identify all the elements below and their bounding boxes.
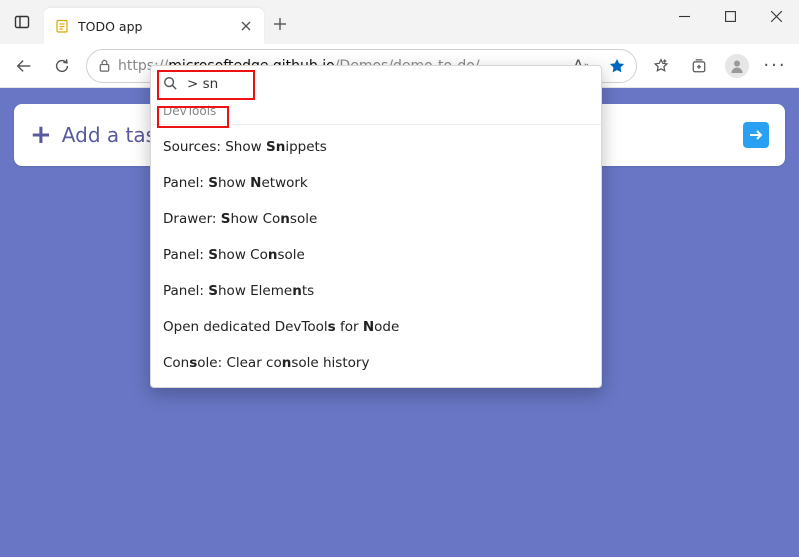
more-menu-button[interactable]: ···	[757, 48, 793, 84]
submit-task-button[interactable]	[743, 122, 769, 148]
window-controls	[661, 0, 799, 32]
tab-favicon-notepad-icon	[54, 18, 70, 34]
refresh-button[interactable]	[44, 48, 80, 84]
title-bar: TODO app	[0, 0, 799, 44]
favorites-button[interactable]	[643, 48, 679, 84]
command-item[interactable]: Panel: Show Elements	[151, 273, 601, 309]
tab-actions-button[interactable]	[0, 0, 44, 44]
command-item[interactable]: Panel: Show Network	[151, 165, 601, 201]
new-tab-button[interactable]	[264, 8, 296, 40]
command-search-input[interactable]	[185, 72, 591, 96]
add-task-left: + Add a task	[30, 122, 168, 148]
command-section-label: DevTools	[151, 100, 601, 125]
command-list: Sources: Show SnippetsPanel: Show Networ…	[151, 129, 601, 381]
site-info-lock-icon[interactable]	[97, 58, 112, 73]
profile-avatar[interactable]	[725, 54, 749, 78]
browser-tab[interactable]: TODO app	[44, 8, 264, 44]
command-item[interactable]: Drawer: Show Console	[151, 201, 601, 237]
back-button[interactable]	[6, 48, 42, 84]
command-search-row	[151, 66, 601, 100]
close-window-button[interactable]	[753, 0, 799, 32]
search-icon	[163, 75, 177, 94]
command-item[interactable]: Sources: Show Snippets	[151, 129, 601, 165]
maximize-button[interactable]	[707, 0, 753, 32]
command-item[interactable]: Open dedicated DevTools for Node	[151, 309, 601, 345]
command-menu: DevTools Sources: Show SnippetsPanel: Sh…	[150, 65, 602, 388]
tab-title: TODO app	[78, 19, 230, 34]
favorite-star-icon[interactable]	[602, 51, 632, 81]
command-item[interactable]: Panel: Show Console	[151, 237, 601, 273]
plus-icon: +	[30, 122, 52, 148]
command-item[interactable]: Console: Clear console history	[151, 345, 601, 381]
tab-close-icon[interactable]	[238, 18, 254, 34]
minimize-button[interactable]	[661, 0, 707, 32]
collections-button[interactable]	[681, 48, 717, 84]
ellipsis-icon: ···	[763, 55, 786, 76]
